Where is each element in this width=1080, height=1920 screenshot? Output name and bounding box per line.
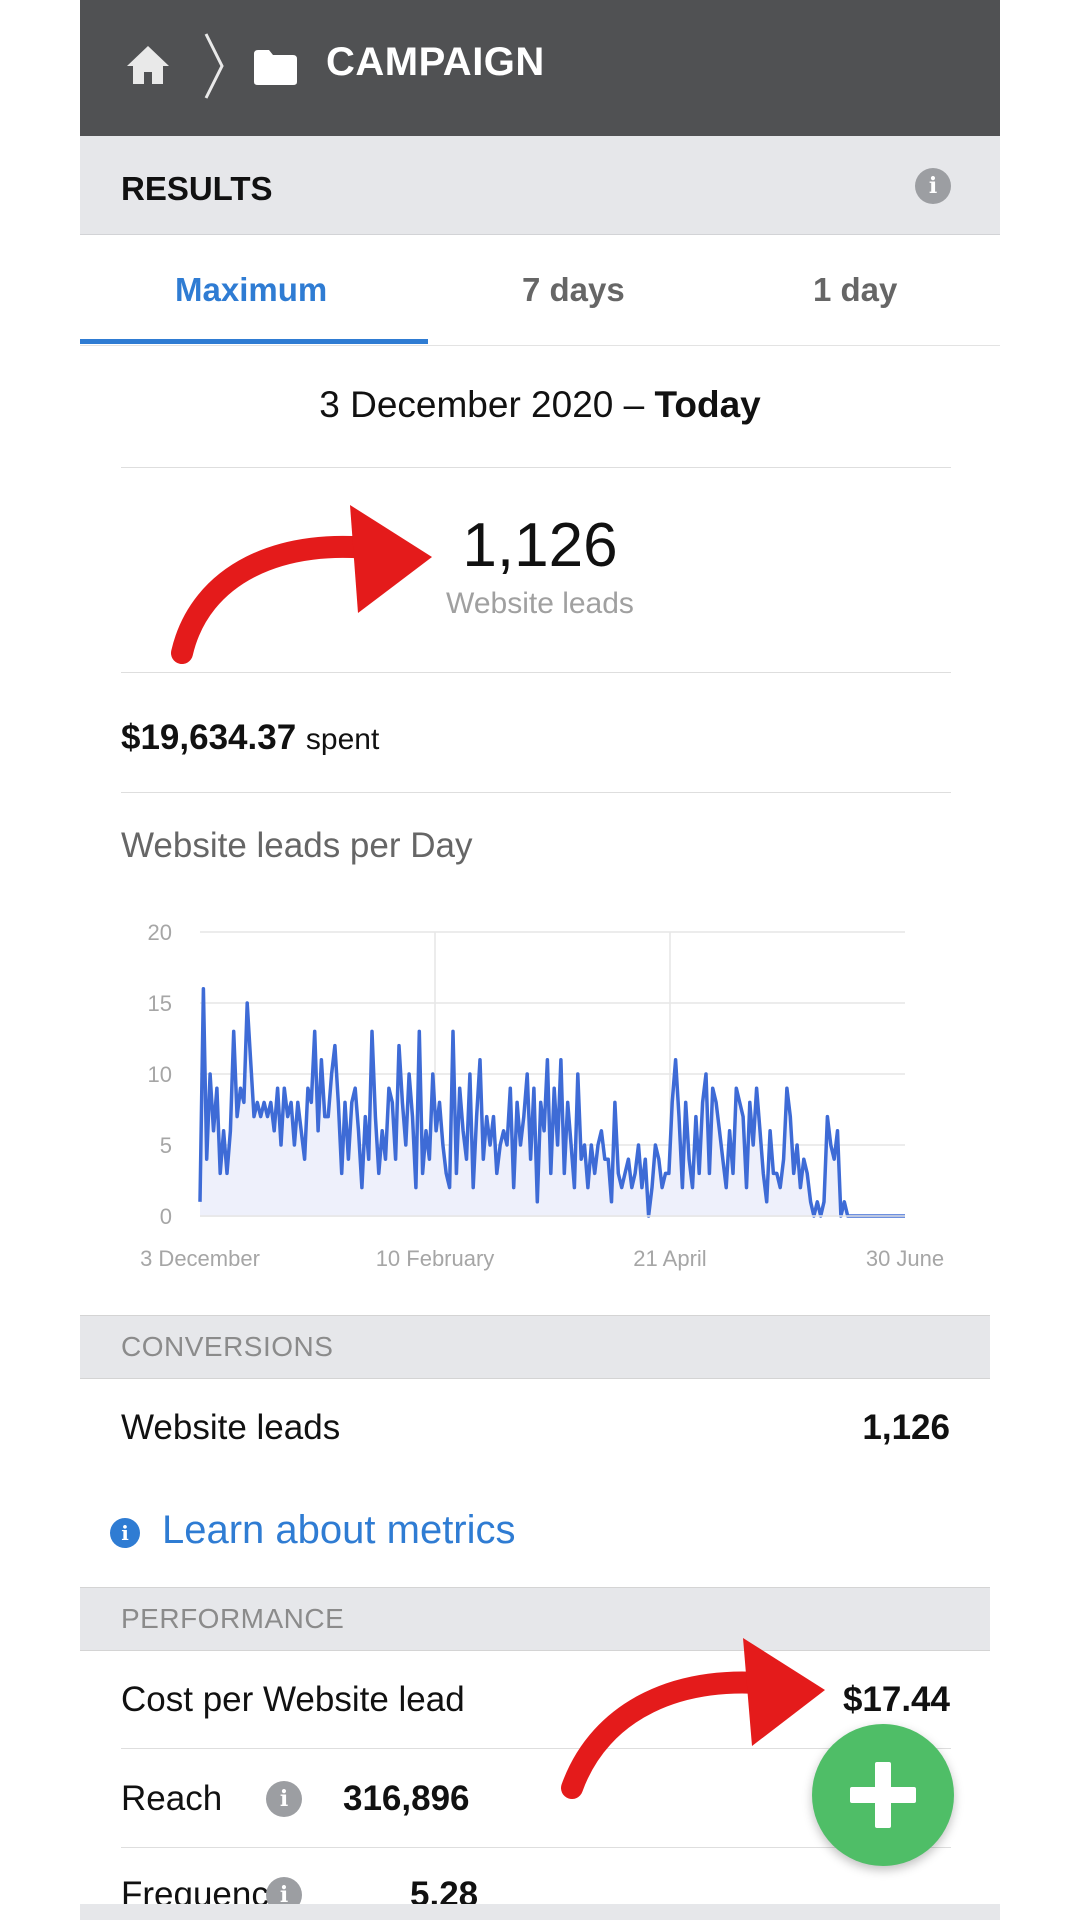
chevron-right-icon	[204, 33, 224, 99]
tab-1-day[interactable]: 1 day	[813, 271, 897, 309]
conversions-title: CONVERSIONS	[121, 1331, 334, 1362]
info-icon[interactable]: i	[110, 1518, 140, 1548]
divider	[121, 672, 951, 673]
annotation-arrow-icon	[561, 1638, 825, 1799]
divider	[121, 1847, 951, 1848]
amount-spent: $19,634.37 spent	[121, 718, 379, 758]
performance-row-value: $17.44	[842, 1680, 950, 1719]
y-tick-label: 20	[148, 920, 172, 945]
conversions-row-label: Website leads	[121, 1408, 341, 1447]
tab-7-days[interactable]: 7 days	[522, 271, 625, 309]
tab-maximum[interactable]: Maximum	[175, 271, 327, 309]
date-range-to: Today	[654, 384, 761, 425]
results-header: RESULTS	[80, 136, 1000, 235]
top-bar: CAMPAIGN	[80, 0, 1000, 136]
chart-title: Website leads per Day	[121, 826, 473, 865]
x-tick-label: 30 June	[866, 1246, 944, 1271]
x-tick-label: 3 December	[140, 1246, 260, 1271]
y-tick-label: 10	[148, 1062, 172, 1087]
learn-about-metrics-link[interactable]: Learn about metrics	[162, 1508, 516, 1553]
conversions-row-value: 1,126	[862, 1408, 950, 1447]
x-tick-label: 21 April	[633, 1246, 706, 1271]
plus-icon	[850, 1787, 916, 1803]
page-title: CAMPAIGN	[326, 40, 545, 84]
x-tick-label: 10 February	[376, 1246, 495, 1271]
amount-spent-label: spent	[305, 723, 380, 756]
add-button[interactable]	[812, 1724, 954, 1866]
home-icon[interactable]	[125, 44, 171, 86]
date-range: 3 December 2020 – Today	[80, 384, 1000, 426]
performance-row-label: Reach	[121, 1779, 223, 1818]
y-tick-label: 15	[148, 991, 172, 1016]
performance-header: PERFORMANCE	[80, 1587, 990, 1651]
info-icon[interactable]: i	[266, 1781, 302, 1817]
amount-spent-value: $19,634.37	[121, 718, 297, 757]
info-icon[interactable]: i	[915, 168, 951, 204]
conversions-header: CONVERSIONS	[80, 1315, 990, 1379]
app-panel: CAMPAIGN RESULTS i Maximum 7 days 1 day …	[80, 0, 1000, 1920]
divider	[121, 792, 951, 793]
y-tick-label: 0	[160, 1204, 172, 1229]
leads-per-day-chart: 0 5 10 15 20 3 December 10 February 21 April 30 …	[140, 920, 944, 1271]
performance-row-label: Cost per Website lead	[121, 1680, 465, 1719]
y-tick-label: 5	[160, 1133, 172, 1158]
results-title: RESULTS	[121, 170, 273, 207]
bottom-edge	[80, 1904, 1000, 1920]
performance-title: PERFORMANCE	[121, 1603, 345, 1634]
divider	[121, 467, 951, 468]
date-range-tabs: Maximum 7 days 1 day	[80, 235, 1000, 346]
tab-selected-indicator	[80, 339, 428, 344]
annotation-arrow-icon	[171, 505, 432, 664]
folder-icon	[254, 50, 297, 85]
performance-row-value: 316,896	[343, 1779, 470, 1818]
date-range-from: 3 December 2020 –	[319, 384, 645, 425]
